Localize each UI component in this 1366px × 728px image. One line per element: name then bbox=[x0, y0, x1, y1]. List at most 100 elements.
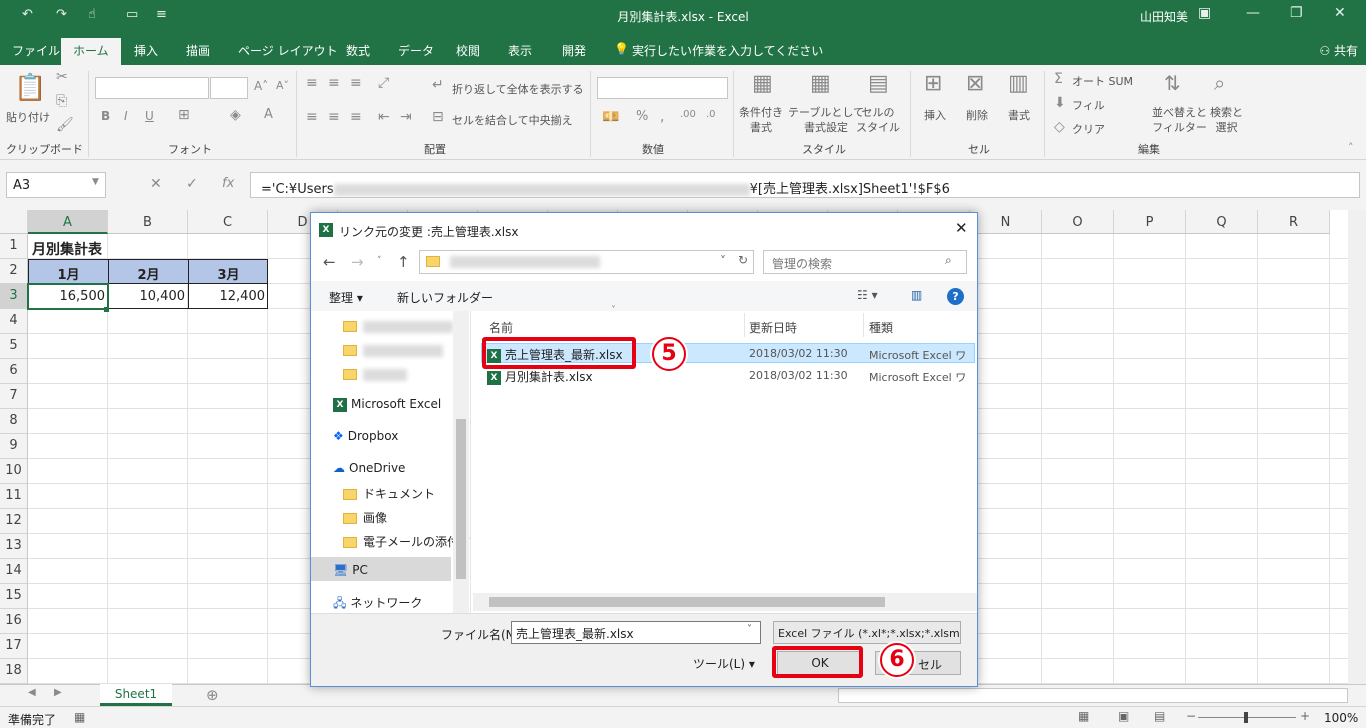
new-sheet-icon[interactable]: ⊕ bbox=[206, 686, 219, 704]
tools-button[interactable]: ツール(L) ▾ bbox=[693, 655, 755, 672]
cell-styles-button[interactable]: セルの スタイル bbox=[856, 105, 900, 135]
macro-record-icon[interactable]: ▦ bbox=[74, 710, 85, 724]
column-header-b[interactable]: B bbox=[108, 210, 188, 234]
format-cells-button[interactable]: 書式 bbox=[1008, 107, 1030, 123]
row-header-3[interactable]: 3 bbox=[0, 284, 28, 309]
header-cell-mar[interactable]: 3月 bbox=[189, 260, 268, 287]
find-select-button[interactable]: 検索と 選択 bbox=[1210, 105, 1243, 135]
row-header-17[interactable]: 17 bbox=[0, 634, 28, 659]
currency-icon[interactable]: 💴 bbox=[602, 109, 619, 125]
tell-me-box[interactable]: 実行したい作業を入力してください bbox=[632, 42, 823, 59]
tab-draw[interactable]: 描画 bbox=[186, 42, 210, 59]
header-cell-feb[interactable]: 2月 bbox=[109, 260, 188, 287]
nav-item-onedrive[interactable]: ☁ OneDrive bbox=[333, 461, 405, 475]
enter-icon[interactable]: ✓ bbox=[186, 176, 198, 192]
horizontal-scrollbar[interactable] bbox=[838, 688, 1348, 703]
zoom-slider-thumb[interactable] bbox=[1244, 712, 1248, 723]
column-type[interactable]: 種類 bbox=[869, 319, 893, 336]
preview-pane-icon[interactable]: ▥ bbox=[911, 288, 922, 302]
row-header-6[interactable]: 6 bbox=[0, 359, 28, 384]
wrap-text-button[interactable]: 折り返して全体を表示する bbox=[452, 81, 584, 97]
view-options-icon[interactable]: ☷ ▾ bbox=[857, 288, 878, 302]
close-icon[interactable]: ✕ bbox=[1334, 5, 1346, 21]
row-header-10[interactable]: 10 bbox=[0, 459, 28, 484]
number-format-box[interactable] bbox=[597, 77, 728, 99]
navigation-pane[interactable]: X Microsoft Excel ❖ Dropbox ☁ OneDrive ドキュメ… bbox=[311, 311, 471, 613]
fill-button[interactable]: フィル bbox=[1072, 97, 1105, 113]
column-name[interactable]: 名前 bbox=[489, 319, 513, 336]
format-painter-icon[interactable]: 🖌 bbox=[56, 117, 74, 133]
filetype-select[interactable]: Excel ファイル (*.xl*;*.xlsx;*.xlsm;* bbox=[773, 621, 961, 644]
shrink-font-icon[interactable]: A˅ bbox=[276, 79, 289, 92]
tab-view[interactable]: 表示 bbox=[508, 42, 532, 59]
row-header-5[interactable]: 5 bbox=[0, 334, 28, 359]
row-header-9[interactable]: 9 bbox=[0, 434, 28, 459]
tab-data[interactable]: データ bbox=[398, 42, 434, 59]
value-cell-b3[interactable]: 10,400 bbox=[109, 285, 188, 308]
forward-icon[interactable]: → bbox=[351, 253, 364, 271]
format-table-button[interactable]: テーブルとして 書式設定 bbox=[788, 105, 864, 135]
sheet-tab-sheet1[interactable]: Sheet1 bbox=[100, 684, 172, 706]
italic-button[interactable]: I bbox=[124, 109, 128, 123]
column-header-o[interactable]: O bbox=[1042, 210, 1114, 234]
next-sheet-icon[interactable]: ▶ bbox=[54, 687, 62, 698]
cancel-icon[interactable]: ✕ bbox=[150, 176, 162, 192]
row-header-13[interactable]: 13 bbox=[0, 534, 28, 559]
vertical-scrollbar[interactable] bbox=[1348, 210, 1366, 684]
name-box-dropdown-icon[interactable]: ▼ bbox=[92, 177, 99, 187]
normal-view-icon[interactable]: ▦ bbox=[1078, 709, 1089, 723]
tab-home[interactable]: ホーム bbox=[61, 38, 121, 65]
conditional-format-button[interactable]: 条件付き 書式 bbox=[739, 105, 783, 135]
refresh-icon[interactable]: ↻ bbox=[738, 253, 748, 267]
row-header-1[interactable]: 1 bbox=[0, 234, 28, 259]
formula-input[interactable]: ='C:¥Users ¥[売上管理表.xlsx]Sheet1'!$F$6 bbox=[250, 172, 1360, 198]
name-box[interactable]: A3 bbox=[6, 172, 106, 198]
recent-locations-icon[interactable]: ˅ bbox=[377, 256, 382, 266]
select-all-corner[interactable] bbox=[0, 210, 28, 234]
prev-sheet-icon[interactable]: ◀ bbox=[28, 687, 36, 698]
tab-developer[interactable]: 開発 bbox=[562, 42, 586, 59]
column-header-c[interactable]: C bbox=[188, 210, 268, 234]
sort-filter-button[interactable]: 並べ替えと フィルター bbox=[1152, 105, 1207, 135]
grow-font-icon[interactable]: A˄ bbox=[254, 79, 268, 93]
zoom-level[interactable]: 100% bbox=[1324, 711, 1358, 725]
comma-style-icon[interactable]: , bbox=[660, 109, 664, 125]
up-icon[interactable]: ↑ bbox=[397, 253, 410, 271]
row-header-11[interactable]: 11 bbox=[0, 484, 28, 509]
align-top-icon[interactable]: ≡ bbox=[306, 75, 318, 91]
decrease-indent-icon[interactable]: ⇤ bbox=[378, 109, 390, 125]
fill-color-icon[interactable]: ◈ bbox=[230, 107, 241, 123]
row-header-7[interactable]: 7 bbox=[0, 384, 28, 409]
insert-function-icon[interactable]: fx bbox=[222, 176, 234, 191]
merge-center-button[interactable]: セルを結合して中央揃え bbox=[452, 112, 573, 128]
tab-page-layout[interactable]: ページ レイアウト bbox=[238, 42, 338, 59]
insert-cells-button[interactable]: 挿入 bbox=[924, 107, 946, 123]
file-row[interactable]: X 月別集計表.xlsx bbox=[487, 368, 593, 385]
page-break-view-icon[interactable]: ▤ bbox=[1154, 709, 1165, 723]
copy-icon[interactable]: ⎘ bbox=[56, 93, 67, 109]
nav-item-dropbox[interactable]: ❖ Dropbox bbox=[333, 429, 398, 443]
back-icon[interactable]: ← bbox=[323, 253, 336, 271]
row-header-4[interactable]: 4 bbox=[0, 309, 28, 334]
zoom-in-icon[interactable]: + bbox=[1300, 709, 1310, 723]
nav-item-network[interactable]: 🖧 ネットワーク bbox=[333, 594, 422, 615]
nav-scrollbar-thumb[interactable] bbox=[456, 419, 466, 579]
nav-item-pictures[interactable]: 画像 bbox=[343, 509, 387, 526]
share-button[interactable]: ⚇ 共有 bbox=[1319, 42, 1358, 59]
new-folder-button[interactable]: 新しいフォルダー bbox=[397, 289, 493, 306]
row-header-12[interactable]: 12 bbox=[0, 509, 28, 534]
value-cell-c3[interactable]: 12,400 bbox=[189, 285, 268, 308]
column-header-q[interactable]: Q bbox=[1186, 210, 1258, 234]
column-header-n[interactable]: N bbox=[970, 210, 1042, 234]
decrease-decimal-icon[interactable]: .0 bbox=[706, 109, 716, 120]
tab-formulas[interactable]: 数式 bbox=[346, 42, 370, 59]
file-list-hscrollbar-thumb[interactable] bbox=[489, 597, 885, 607]
sheet-title-cell[interactable]: 月別集計表 bbox=[29, 235, 105, 263]
align-bottom-icon[interactable]: ≡ bbox=[350, 75, 362, 91]
clear-button[interactable]: クリア bbox=[1072, 121, 1105, 137]
percent-button[interactable]: % bbox=[636, 109, 648, 124]
align-center-icon[interactable]: ≡ bbox=[328, 109, 340, 125]
row-header-15[interactable]: 15 bbox=[0, 584, 28, 609]
column-header-r[interactable]: R bbox=[1258, 210, 1330, 234]
search-input[interactable]: 管理の検索 bbox=[763, 250, 967, 274]
